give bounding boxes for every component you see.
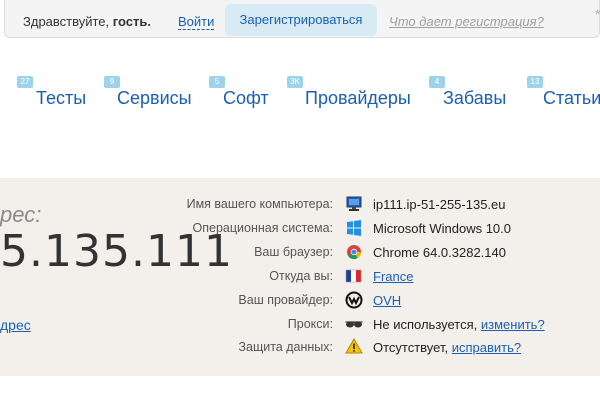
nav-services[interactable]: Сервисы [117, 88, 192, 109]
windows-icon [345, 220, 363, 236]
france-flag-icon [345, 269, 363, 285]
ovh-icon [345, 291, 363, 309]
nav-articles[interactable]: Статьи [543, 88, 600, 109]
provider-link[interactable]: OVH [373, 293, 401, 308]
computer-name-value: ip111.ip-51-255-135.eu [373, 197, 506, 212]
protection-status: Отсутствует, [373, 340, 449, 355]
guest-label: гость. [112, 14, 151, 29]
nav-badge-soft: 5 [209, 76, 225, 88]
browser-label: Ваш браузер: [254, 245, 333, 259]
nav-badge-services: 9 [104, 76, 120, 88]
warning-icon [345, 337, 363, 354]
country-label: Откуда вы: [269, 269, 333, 283]
computer-name-label: Имя вашего компьютера: [186, 197, 333, 211]
country-link[interactable]: France [373, 269, 413, 284]
proxy-status: Не используется, [373, 317, 478, 332]
nav-badge-providers: 3K [287, 76, 303, 88]
os-value: Microsoft Windows 10.0 [373, 221, 511, 236]
what-registration-link[interactable]: Что дает регистрация? [389, 14, 544, 29]
top-bar: Здравствуйте, гость. Войти Зарегистриров… [4, 0, 600, 38]
chrome-icon [345, 244, 363, 260]
protection-fix-link[interactable]: исправить? [452, 340, 521, 355]
country-value: France [373, 269, 413, 284]
login-link[interactable]: Войти [178, 14, 215, 30]
monitor-icon [345, 196, 363, 212]
browser-value: Chrome 64.0.3282.140 [373, 245, 506, 260]
greeting: Здравствуйте, гость. [23, 14, 151, 29]
nav-tests[interactable]: Тесты [36, 88, 86, 109]
nav-badge-articles: 13 [527, 76, 543, 88]
nav-soft[interactable]: Софт [223, 88, 269, 109]
nav-badge-tests: 27 [17, 76, 33, 88]
proxy-label: Прокси: [287, 317, 333, 331]
star-icon[interactable]: * [595, 6, 600, 22]
nav-providers[interactable]: Провайдеры [305, 88, 411, 109]
os-label: Операционная система: [192, 221, 333, 235]
proxy-value: Не используется, изменить? [373, 317, 545, 332]
nav-fun[interactable]: Забавы [443, 88, 506, 109]
register-button[interactable]: Зарегистрироваться [225, 4, 377, 36]
glasses-icon [345, 317, 363, 333]
proxy-change-link[interactable]: изменить? [481, 317, 545, 332]
provider-value: OVH [373, 293, 401, 308]
protection-value: Отсутствует, исправить? [373, 340, 521, 355]
provider-label: Ваш провайдер: [238, 293, 333, 307]
greeting-text: Здравствуйте, [23, 14, 110, 29]
protection-label: Защита данных: [238, 340, 333, 354]
nav-badge-fun: 4 [429, 76, 445, 88]
